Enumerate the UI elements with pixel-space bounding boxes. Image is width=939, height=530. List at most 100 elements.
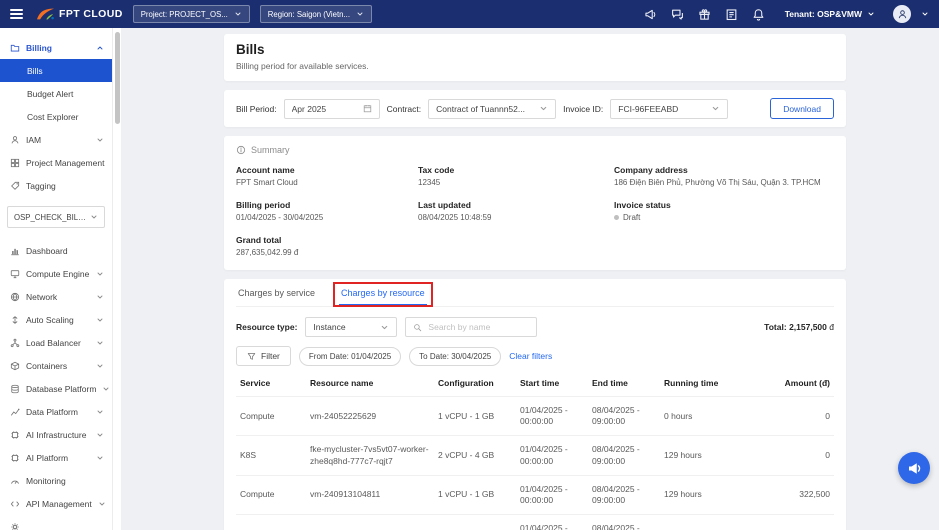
sidebar-item-iam[interactable]: IAM xyxy=(0,128,112,151)
total-value: 2,157,500 xyxy=(789,322,827,332)
sidebar-item-label: Cost Explorer xyxy=(27,112,79,122)
tenant-selector[interactable]: Tenant: OSP&VMW xyxy=(785,9,875,19)
resource-filter-row: Resource type: Instance Total: 2,157,500… xyxy=(236,317,834,337)
announcement-icon[interactable] xyxy=(644,8,657,21)
sidebar-item-ai-platform[interactable]: AI Platform xyxy=(0,446,112,469)
to-date-chip[interactable]: To Date: 30/04/2025 xyxy=(409,347,501,366)
sidebar-project-select[interactable]: OSP_CHECK_BILL_001 xyxy=(7,206,105,228)
region-selector-label: Region: Saigon (Vietn... xyxy=(268,10,350,19)
resource-type-select[interactable]: Instance xyxy=(305,317,397,337)
search-box[interactable] xyxy=(405,317,537,337)
table-row[interactable]: Compute vm-240913104811 1 vCPU - 1 GB 01… xyxy=(236,475,834,514)
sidebar-item-project-management[interactable]: Project Management xyxy=(0,151,112,174)
bill-period-picker[interactable]: Apr 2025 xyxy=(284,99,380,119)
project-selector[interactable]: Project: PROJECT_OS... xyxy=(133,5,250,23)
chip-icon xyxy=(10,430,20,440)
sidebar-item-ai-infrastructure[interactable]: AI Infrastructure xyxy=(0,423,112,446)
total-currency: đ xyxy=(829,322,834,332)
database-icon xyxy=(10,384,20,394)
cell-resource: vm-240913104811 xyxy=(306,475,434,514)
sidebar-item-label: Compute Engine xyxy=(26,269,89,279)
sidebar-item-partial[interactable] xyxy=(0,515,112,530)
sidebar-item-monitoring[interactable]: Monitoring xyxy=(0,469,112,492)
sidebar-item-label: Bills xyxy=(27,66,43,76)
region-selector[interactable]: Region: Saigon (Vietn... xyxy=(260,5,372,23)
date-filter-row: Filter From Date: 01/04/2025 To Date: 30… xyxy=(236,346,834,366)
clear-filters-link[interactable]: Clear filters xyxy=(509,351,552,361)
sidebar-item-bills[interactable]: Bills xyxy=(0,59,112,82)
field-value: 287,635,042.99 đ xyxy=(236,248,418,259)
project-selector-label: Project: PROJECT_OS... xyxy=(141,10,228,19)
monitor-icon xyxy=(10,269,20,279)
sidebar-scrollbar[interactable] xyxy=(112,28,121,530)
cell-amount: 0 xyxy=(746,397,834,436)
invoice-id-select-value: FCI-96FEEABD xyxy=(618,104,678,114)
sidebar-item-network[interactable]: Network xyxy=(0,285,112,308)
invoice-id-select[interactable]: FCI-96FEEABD xyxy=(610,99,728,119)
sidebar-item-api-management[interactable]: API Management xyxy=(0,492,112,515)
billing-folder-icon xyxy=(10,43,20,53)
sidebar-item-dashboard[interactable]: Dashboard xyxy=(0,239,112,262)
sidebar-scrollbar-thumb[interactable] xyxy=(115,32,120,124)
sidebar-item-data-platform[interactable]: Data Platform xyxy=(0,400,112,423)
cell-end: 08/04/2025 - 09:00:00 xyxy=(588,397,660,436)
filter-button-label: Filter xyxy=(261,351,280,361)
sidebar-item-compute-engine[interactable]: Compute Engine xyxy=(0,262,112,285)
gift-icon[interactable] xyxy=(698,8,711,21)
table-row[interactable]: Compute vm-24072615438 1 vCPU - 1 GB 01/… xyxy=(236,514,834,530)
tab-charges-by-service[interactable]: Charges by service xyxy=(236,279,317,306)
chevron-down-icon xyxy=(96,431,104,439)
contract-select[interactable]: Contract of Tuannn52... xyxy=(428,99,556,119)
sidebar-item-auto-scaling[interactable]: Auto Scaling xyxy=(0,308,112,331)
box-icon xyxy=(10,361,20,371)
cell-running: 0 hours xyxy=(660,514,746,530)
field-label: Billing period xyxy=(236,200,418,210)
tab-charges-by-resource[interactable]: Charges by resource xyxy=(339,279,427,306)
summary-header-label: Summary xyxy=(251,145,290,155)
sidebar-group-billing[interactable]: Billing xyxy=(0,36,112,59)
notification-bell-icon[interactable] xyxy=(752,8,765,21)
chat-icon[interactable] xyxy=(671,8,684,21)
download-button[interactable]: Download xyxy=(770,98,834,119)
sidebar-item-cost-explorer[interactable]: Cost Explorer xyxy=(0,105,112,128)
load-balancer-icon xyxy=(10,338,20,348)
from-date-chip[interactable]: From Date: 01/04/2025 xyxy=(299,347,401,366)
menu-toggle-icon[interactable] xyxy=(10,9,23,19)
tenant-label: Tenant: OSP&VMW xyxy=(785,9,862,19)
user-icon xyxy=(10,135,20,145)
cell-resource: fke-mycluster-7vs5vt07-worker-zhe8q8hd-7… xyxy=(306,436,434,475)
field-label: Account name xyxy=(236,165,418,175)
chevron-down-icon xyxy=(867,10,875,18)
avatar[interactable] xyxy=(893,5,911,23)
bill-filter-card: Bill Period: Apr 2025 Contract: Contract… xyxy=(224,90,846,127)
summary-invoice-status: Invoice status Draft xyxy=(614,200,834,224)
cell-resource: vm-24052225629 xyxy=(306,397,434,436)
sidebar-item-tagging[interactable]: Tagging xyxy=(0,174,112,197)
feedback-fab-button[interactable] xyxy=(898,452,930,484)
tag-icon xyxy=(10,181,20,191)
sidebar-item-label: IAM xyxy=(26,135,41,145)
gauge-icon xyxy=(10,476,20,486)
sidebar-item-budget-alert[interactable]: Budget Alert xyxy=(0,82,112,105)
status-badge: Draft xyxy=(614,213,834,224)
sidebar-item-database-platform[interactable]: Database Platform xyxy=(0,377,112,400)
field-label: Tax code xyxy=(418,165,614,175)
col-service: Service xyxy=(236,370,306,397)
cell-running: 129 hours xyxy=(660,475,746,514)
scaling-arrows-icon xyxy=(10,315,20,325)
filter-button[interactable]: Filter xyxy=(236,346,291,366)
search-input[interactable] xyxy=(428,322,529,332)
sidebar-item-containers[interactable]: Containers xyxy=(0,354,112,377)
fpt-cloud-logo[interactable]: FPT CLOUD xyxy=(37,8,123,20)
sidebar-item-label: API Management xyxy=(26,499,92,509)
table-row[interactable]: K8S fke-mycluster-7vs5vt07-worker-zhe8q8… xyxy=(236,436,834,475)
sidebar-item-load-balancer[interactable]: Load Balancer xyxy=(0,331,112,354)
docs-icon[interactable] xyxy=(725,8,738,21)
chevron-up-icon xyxy=(96,44,104,52)
page-header-card: Bills Billing period for available servi… xyxy=(224,34,846,81)
chip-icon xyxy=(10,453,20,463)
table-row[interactable]: Compute vm-24052225629 1 vCPU - 1 GB 01/… xyxy=(236,397,834,436)
summary-grid: Account name FPT Smart Cloud Tax code 12… xyxy=(236,165,834,258)
sidebar-item-label: Containers xyxy=(26,361,67,371)
sidebar-item-label: Auto Scaling xyxy=(26,315,74,325)
